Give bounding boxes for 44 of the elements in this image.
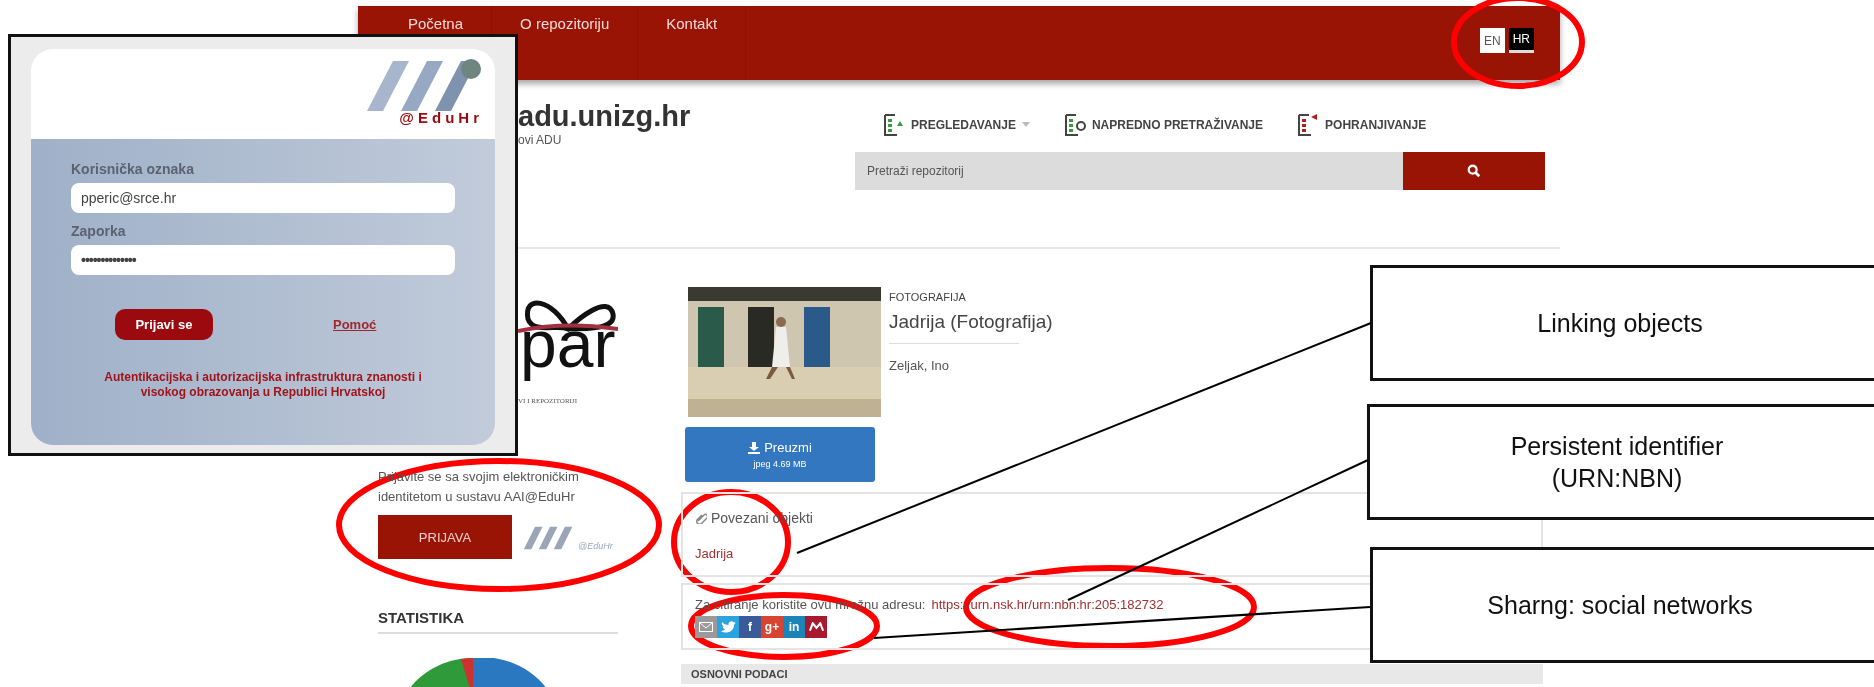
password-field[interactable]: •••••••••••••• — [71, 245, 455, 275]
search-field[interactable]: Pretraži repozitorij — [855, 152, 1404, 190]
aai-logo-drawing: @EduHr — [522, 523, 613, 551]
help-link[interactable]: Pomoć — [333, 317, 377, 332]
callout-box: Persistent identifier (URN:NBN) — [1367, 404, 1874, 520]
aai-logo-drawing: @EduHr — [363, 49, 483, 139]
item-title: Jadrija (Fotografija) — [889, 311, 1053, 333]
callout-box: Linking objects — [1370, 265, 1874, 381]
search-icon — [1467, 164, 1482, 178]
language-button[interactable]: EN — [1480, 28, 1505, 53]
section-heading: STATISTIKA — [378, 609, 618, 634]
mendeley-share-button[interactable] — [805, 616, 827, 638]
download-button[interactable]: Preuzmi jpeg 4.69 MB — [685, 427, 875, 482]
item-author[interactable]: Zeljak, Ino — [889, 358, 1053, 373]
document-icon — [1063, 112, 1086, 138]
twitter-share-button[interactable] — [717, 616, 739, 638]
linked-object-link[interactable]: Jadrija — [695, 546, 734, 561]
login-button[interactable]: PRIJAVA — [378, 515, 512, 559]
menu-link[interactable]: POHRANJIVANJE — [1297, 112, 1427, 138]
envelope-icon — [699, 622, 713, 632]
bird-icon — [720, 621, 736, 633]
document-icon — [883, 112, 905, 138]
linkedin-share-button[interactable]: in — [783, 616, 805, 638]
field-label: Korisnička oznaka — [71, 161, 195, 177]
username-field[interactable]: pperic@srce.hr — [71, 183, 455, 213]
field-label: Zaporka — [71, 223, 127, 239]
callout-box: Sharng: social networks — [1370, 547, 1874, 663]
facebook-share-button[interactable]: f — [739, 616, 761, 638]
document-icon — [1297, 112, 1320, 138]
login-button[interactable]: Prijavi se — [115, 309, 213, 340]
item-type: FOTOGRAFIJA — [889, 291, 967, 303]
email-share-button[interactable] — [695, 616, 717, 638]
nav-link[interactable]: Kontakt — [638, 6, 747, 80]
zigzag-icon — [808, 622, 824, 632]
menu-link[interactable]: NAPREDNO PRETRAŽIVANJE — [1063, 112, 1264, 138]
download-icon — [748, 441, 761, 454]
footer-text: Autentikacijska i autorizacijska infrastruktura znanosti i visokog obrazovanja u Republici Hrvatskoj — [103, 370, 423, 400]
googleplus-share-button[interactable]: g+ — [761, 616, 783, 638]
site-subtitle: ovi ADU — [518, 133, 563, 147]
site-title[interactable]: adu.unizg.hr — [518, 100, 855, 133]
paperclip-icon — [695, 512, 707, 524]
language-button[interactable]: HR — [1508, 28, 1534, 53]
section-title: OSNOVNI PODACI — [691, 668, 788, 680]
menu-link[interactable]: PREGLEDAVANJE — [883, 112, 1030, 138]
